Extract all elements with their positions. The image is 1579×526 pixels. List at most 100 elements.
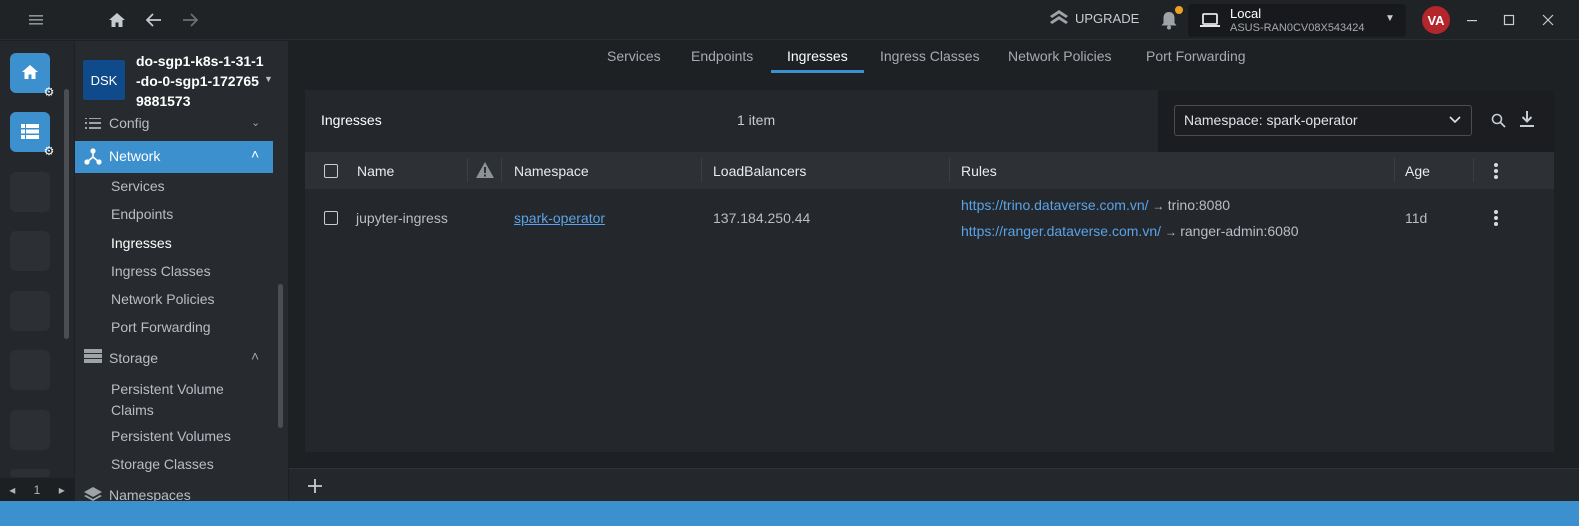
gear-icon: ⚙ <box>43 85 55 99</box>
list-table-icon <box>21 124 39 139</box>
sidebar-item-persistent-volumes[interactable]: Persistent Volumes <box>111 428 231 444</box>
close-icon[interactable] <box>1537 9 1559 31</box>
sidebar-item-port-forwarding[interactable]: Port Forwarding <box>111 319 211 335</box>
hotbar-page-number: 1 <box>33 482 41 497</box>
sidebar-item-label: Namespaces <box>109 487 191 501</box>
title-bar: UPGRADE Local ASUS-RAN0CV08X543424 ▼ VA <box>0 0 1579 40</box>
forward-arrow-icon[interactable] <box>178 8 202 32</box>
list-icon <box>85 117 101 129</box>
column-header-age[interactable]: Age <box>1405 163 1430 179</box>
sidebar-item-network[interactable]: Network ˄ <box>75 141 273 173</box>
column-header-name[interactable]: Name <box>357 163 394 179</box>
item-count: 1 item <box>737 112 776 128</box>
sidebar-item-storage-classes[interactable]: Storage Classes <box>111 456 214 472</box>
rule-entry: https://ranger.dataverse.com.vn/ → range… <box>961 223 1299 239</box>
tab-ingress-classes[interactable]: Ingress Classes <box>880 48 980 64</box>
cluster-header[interactable]: DSK do-sgp1-k8s-1-31-1-do-0-sgp1-1727659… <box>75 41 288 118</box>
sidebar-item-endpoints[interactable]: Endpoints <box>111 206 173 222</box>
namespace-select-value: Namespace: spark-operator <box>1184 112 1358 128</box>
hotbar-empty-slot[interactable] <box>10 469 50 477</box>
sidebar-item-services[interactable]: Services <box>111 178 165 194</box>
cluster-subtitle: ASUS-RAN0CV08X543424 <box>1230 22 1365 34</box>
download-icon[interactable] <box>1520 111 1534 128</box>
column-header-rules[interactable]: Rules <box>961 163 997 179</box>
hotbar-scrollbar[interactable] <box>64 89 69 339</box>
hotbar-pager: ◂ 1 ▸ <box>0 478 74 501</box>
hotbar-empty-slot[interactable] <box>10 172 50 212</box>
column-divider <box>701 158 702 182</box>
namespace-link[interactable]: spark-operator <box>514 210 605 226</box>
footer-bar <box>289 468 1579 501</box>
hotbar-empty-slot[interactable] <box>10 291 50 331</box>
tab-bar: Services Endpoints Ingresses Ingress Cla… <box>289 41 1579 73</box>
search-icon[interactable] <box>1491 113 1506 128</box>
chevron-down-icon <box>1449 116 1461 124</box>
menu-icon[interactable] <box>24 8 48 32</box>
hotbar-empty-slot[interactable] <box>10 231 50 271</box>
cluster-selector[interactable]: Local ASUS-RAN0CV08X543424 ▼ <box>1188 4 1406 37</box>
select-all-checkbox[interactable] <box>324 164 338 178</box>
sidebar-item-network-policies[interactable]: Network Policies <box>111 291 214 307</box>
warning-icon[interactable] <box>476 162 494 178</box>
back-arrow-icon[interactable] <box>142 8 166 32</box>
notification-dot <box>1175 6 1183 14</box>
home-icon[interactable] <box>105 8 129 32</box>
hotbar: ⚙ ⚙ <box>0 41 74 501</box>
arrow-right-icon: → <box>1164 225 1181 239</box>
tab-services[interactable]: Services <box>607 48 661 64</box>
columns-menu-icon[interactable] <box>1494 163 1498 179</box>
chevron-right-icon[interactable]: ▸ <box>59 483 65 497</box>
notification-bell-icon[interactable] <box>1157 6 1183 32</box>
row-checkbox[interactable] <box>324 211 338 225</box>
column-header-namespace[interactable]: Namespace <box>514 163 589 179</box>
layers-icon <box>84 487 102 501</box>
rule-target: ranger-admin:6080 <box>1180 223 1299 239</box>
sidebar-item-namespaces[interactable]: Namespaces <box>75 485 273 501</box>
hotbar-empty-slot[interactable] <box>10 410 50 450</box>
sidebar-item-ingress-classes[interactable]: Ingress Classes <box>111 263 211 279</box>
avatar[interactable]: VA <box>1422 6 1450 34</box>
cluster-name: do-sgp1-k8s-1-31-1-do-0-sgp1-17276598815… <box>136 53 264 109</box>
panel-title: Ingresses <box>321 112 382 128</box>
maximize-icon[interactable] <box>1498 9 1520 31</box>
ingress-name: jupyter-ingress <box>356 210 448 226</box>
rule-url-link[interactable]: https://ranger.dataverse.com.vn/ <box>961 223 1161 239</box>
sidebar-item-label: Storage <box>109 350 159 366</box>
minimize-icon[interactable] <box>1461 9 1483 31</box>
ingress-age: 11d <box>1405 210 1428 226</box>
tab-network-policies[interactable]: Network Policies <box>1008 48 1111 64</box>
home-icon <box>22 65 38 79</box>
plus-icon[interactable] <box>308 479 322 493</box>
tab-endpoints[interactable]: Endpoints <box>691 48 753 64</box>
network-icon <box>84 148 102 165</box>
column-header-loadbalancers[interactable]: LoadBalancers <box>713 163 806 179</box>
upgrade-button[interactable]: UPGRADE <box>1049 9 1139 27</box>
sidebar-item-ingresses[interactable]: Ingresses <box>111 235 172 251</box>
namespace-filter-area: Namespace: spark-operator <box>1158 90 1554 152</box>
namespace-select[interactable]: Namespace: spark-operator <box>1174 105 1472 136</box>
tab-ingresses[interactable]: Ingresses <box>787 48 848 64</box>
hotbar-empty-slot[interactable] <box>10 350 50 390</box>
status-bar <box>0 501 1579 526</box>
table-row[interactable]: jupyter-ingress spark-operator 137.184.2… <box>305 189 1554 251</box>
table-header: Name Namespace LoadBalancers Rules Age <box>305 152 1554 189</box>
sidebar-scrollbar[interactable] <box>278 284 283 428</box>
chevron-up-icon: ˄ <box>251 348 260 364</box>
sidebar-item-storage[interactable]: Storage ˄ <box>75 347 273 371</box>
arrow-right-icon: → <box>1152 199 1168 213</box>
column-divider <box>501 158 502 182</box>
sidebar-item-persistent-volume-claims[interactable]: Persistent Volume Claims <box>111 379 251 421</box>
upgrade-label: UPGRADE <box>1075 10 1140 26</box>
laptop-icon <box>1200 13 1220 27</box>
ingresses-panel: Ingresses 1 item Namespace: spark-operat… <box>305 90 1554 452</box>
hotbar-cluster[interactable]: ⚙ <box>10 112 54 158</box>
rule-entry: https://trino.dataverse.com.vn/ → trino:… <box>961 197 1230 213</box>
sidebar-item-config[interactable]: Config ⌄ <box>75 115 273 137</box>
chevron-left-icon[interactable]: ◂ <box>9 483 15 497</box>
tab-port-forwarding[interactable]: Port Forwarding <box>1146 48 1246 64</box>
sidebar-item-label: Network <box>109 148 161 164</box>
hotbar-home[interactable]: ⚙ <box>10 53 54 99</box>
row-menu-icon[interactable] <box>1494 210 1498 226</box>
caret-down-icon: ▼ <box>264 74 273 84</box>
rule-url-link[interactable]: https://trino.dataverse.com.vn/ <box>961 197 1149 213</box>
